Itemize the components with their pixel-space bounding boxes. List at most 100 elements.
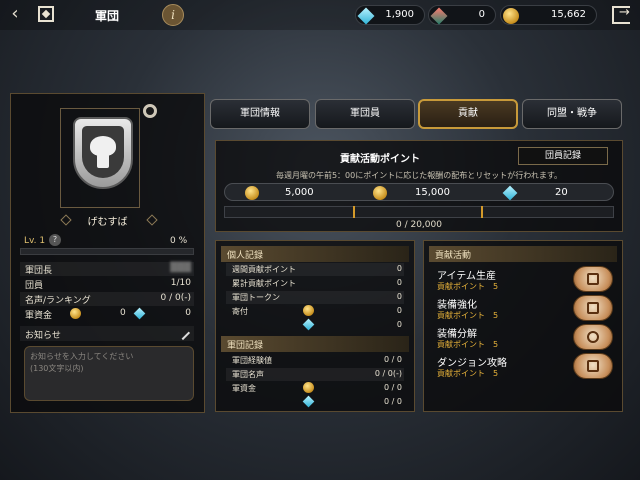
record-row: 軍団名声 0 / 0(-) bbox=[226, 368, 404, 381]
row-value: 0 bbox=[396, 320, 402, 329]
contribution-title: 貢献活動ポイント bbox=[340, 154, 420, 165]
pen-icon[interactable] bbox=[175, 325, 191, 341]
row-key: 団員 bbox=[25, 281, 44, 291]
armor-icon[interactable] bbox=[573, 295, 613, 321]
funds-gem-value: 0 bbox=[185, 308, 191, 318]
info-row-leader: 軍団長 ███ bbox=[20, 262, 194, 276]
record-row: 寄付 0 bbox=[226, 305, 404, 318]
tab-contribution[interactable]: 貢献 bbox=[418, 99, 518, 129]
exit-button[interactable] bbox=[612, 5, 630, 24]
row-key: 累計貢献ポイント bbox=[232, 279, 296, 288]
diamond-cyan-icon bbox=[302, 395, 315, 408]
reward-value: 5,000 bbox=[285, 187, 314, 198]
row-key: 軍資金 bbox=[232, 384, 256, 393]
activity-points: 貢献ポイント 5 bbox=[437, 282, 499, 291]
gold-coin-icon bbox=[303, 382, 314, 393]
disassemble-icon[interactable] bbox=[573, 324, 613, 350]
info-button[interactable]: i bbox=[162, 4, 184, 26]
notice-header: お知らせ bbox=[20, 325, 194, 341]
progress-tier-marker bbox=[353, 206, 355, 218]
row-value: 0 bbox=[396, 306, 402, 315]
notice-label: お知らせ bbox=[25, 331, 61, 341]
record-row: 軍資金 0 / 0 bbox=[226, 382, 404, 395]
row-key: 名声/ランキング bbox=[25, 296, 91, 306]
row-key: 軍資金 bbox=[25, 311, 53, 321]
currency-value: 0 bbox=[478, 9, 485, 20]
level-progress-bar bbox=[20, 248, 194, 255]
row-value: 0 / 0(-) bbox=[160, 293, 191, 303]
record-row: 累計貢献ポイント 0 bbox=[226, 277, 404, 290]
member-record-button[interactable]: 団員記録 bbox=[518, 147, 608, 165]
record-row: 0 / 0 bbox=[226, 395, 404, 409]
row-key: 軍団経験値 bbox=[232, 356, 272, 365]
currency-gem-cyan[interactable]: 1,900 bbox=[355, 5, 425, 25]
contribution-progress-bar bbox=[224, 206, 614, 218]
guild-record-header: 軍団記録 bbox=[221, 336, 409, 352]
row-value: 1/10 bbox=[170, 278, 191, 288]
gear-icon[interactable] bbox=[143, 104, 157, 118]
guild-emblem-icon bbox=[38, 6, 54, 22]
diamond-red-icon bbox=[430, 7, 448, 25]
info-row-funds: 軍資金 0 0 bbox=[20, 307, 194, 321]
row-value: 0 / 0 bbox=[384, 383, 402, 392]
activity-item-enhance: 装備強化 貢献ポイント 5 bbox=[429, 295, 615, 323]
row-key: 軍団長 bbox=[25, 266, 53, 276]
row-value: 0 bbox=[396, 278, 402, 287]
dungeon-icon[interactable] bbox=[573, 353, 613, 379]
reward-value: 15,000 bbox=[415, 187, 450, 198]
record-row: 軍団経験値 0 / 0 bbox=[226, 354, 404, 367]
activity-name: アイテム生産 bbox=[437, 271, 496, 282]
tab-members[interactable]: 軍団員 bbox=[315, 99, 415, 129]
record-row: 週間貢献ポイント 0 bbox=[226, 263, 404, 276]
activity-item-dungeon: ダンジョン攻略 貢献ポイント 5 bbox=[429, 353, 615, 381]
activity-name: ダンジョン攻略 bbox=[437, 358, 507, 369]
gold-coin-icon bbox=[373, 186, 387, 200]
row-value: 0 / 0 bbox=[384, 397, 402, 406]
row-value: 0 / 0(-) bbox=[374, 369, 402, 378]
activity-header: 貢献活動 bbox=[429, 246, 617, 262]
row-key: 軍団名声 bbox=[232, 370, 264, 379]
record-row: 0 bbox=[226, 318, 404, 332]
row-value: ███ bbox=[170, 263, 191, 273]
diamond-cyan-icon bbox=[133, 307, 146, 320]
section-title: 貢献活動 bbox=[435, 251, 472, 261]
contribution-subtitle: 毎週月曜の午前5：00にポイントに応じた報酬の配布とリセットが行われます。 bbox=[275, 171, 563, 180]
progress-tier-marker bbox=[481, 206, 483, 218]
row-value: 0 / 0 bbox=[384, 355, 402, 364]
tab-guild-info[interactable]: 軍団情報 bbox=[210, 99, 310, 129]
activity-points: 貢献ポイント 5 bbox=[437, 311, 499, 320]
row-key: 週間貢献ポイント bbox=[232, 265, 296, 274]
currency-gold[interactable]: 15,662 bbox=[500, 5, 597, 25]
info-row-fame: 名声/ランキング 0 / 0(-) bbox=[20, 292, 194, 306]
currency-gem-red[interactable]: 0 bbox=[428, 5, 496, 25]
reward-tiers: 5,000 15,000 20 bbox=[224, 183, 614, 201]
notice-placeholder: お知らせを入力してください (130文字以内) bbox=[30, 352, 134, 373]
activity-item-disassemble: 装備分解 貢献ポイント 5 bbox=[429, 324, 615, 352]
funds-gold-value: 0 bbox=[120, 308, 126, 318]
row-key: 軍団トークン bbox=[232, 293, 280, 302]
diamond-cyan-icon bbox=[502, 185, 518, 201]
level-help-button[interactable]: ? bbox=[49, 234, 61, 246]
currency-value: 15,662 bbox=[551, 9, 586, 20]
guild-shield-icon bbox=[73, 117, 133, 189]
notice-input[interactable]: お知らせを入力してください (130文字以内) bbox=[24, 346, 194, 401]
activity-name: 装備強化 bbox=[437, 300, 477, 311]
hammer-icon[interactable] bbox=[573, 266, 613, 292]
gold-coin-icon bbox=[70, 308, 81, 319]
gold-coin-icon bbox=[503, 8, 519, 24]
level-progress-text: 0 % bbox=[170, 236, 188, 246]
gold-coin-icon bbox=[303, 305, 314, 316]
row-value: 0 bbox=[396, 264, 402, 273]
row-key: 寄付 bbox=[232, 307, 248, 316]
currency-value: 1,900 bbox=[385, 9, 414, 20]
page-title: 軍団 bbox=[95, 9, 120, 23]
activity-name: 装備分解 bbox=[437, 329, 477, 340]
record-row: 軍団トークン 0 bbox=[226, 291, 404, 304]
activity-item-production: アイテム生産 貢献ポイント 5 bbox=[429, 266, 615, 294]
section-title: 軍団記録 bbox=[227, 341, 264, 351]
diamond-cyan-icon bbox=[357, 7, 375, 25]
diamond-cyan-icon bbox=[302, 318, 315, 331]
back-button[interactable]: ‹ bbox=[4, 4, 26, 26]
gold-coin-icon bbox=[245, 186, 259, 200]
tab-alliance-war[interactable]: 同盟・戦争 bbox=[522, 99, 622, 129]
